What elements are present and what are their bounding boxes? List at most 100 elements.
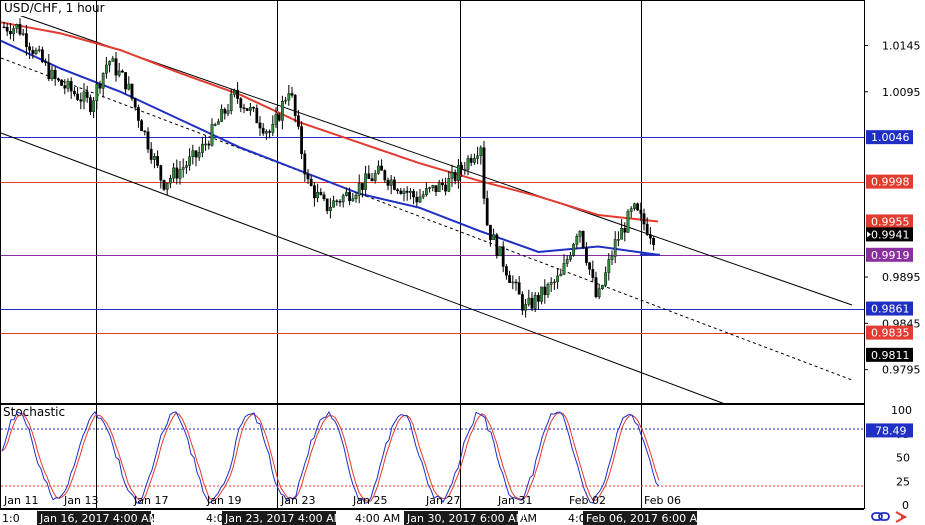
price-tag-label: 1.0046 (871, 131, 910, 144)
candle-body (303, 153, 307, 175)
candle-body (124, 72, 128, 90)
time-tag-label: Jan 16, 2017 4:00 AM (39, 512, 158, 525)
candle-body (258, 122, 262, 129)
candle-body (265, 131, 268, 134)
stoch-tick-label: 0 (902, 499, 909, 512)
candle-body (460, 165, 463, 170)
candle-body (386, 179, 390, 186)
candle-body (543, 286, 547, 295)
price-tag-label: 0.9919 (871, 249, 910, 262)
candle-body (508, 275, 511, 283)
candle-body (207, 143, 211, 146)
candle-body (268, 131, 271, 133)
candle-body (146, 131, 150, 150)
candle-body (252, 107, 255, 109)
candle-body (15, 24, 19, 29)
candle-body (463, 169, 467, 171)
candle-body (441, 182, 444, 186)
candle-body (517, 282, 521, 295)
candle-body (575, 236, 579, 245)
candle-body (31, 49, 35, 54)
candle-body (354, 194, 358, 199)
candle-body (306, 173, 310, 180)
arrow-icon[interactable] (895, 511, 908, 523)
candle-body (617, 239, 620, 241)
channel-mid (0, 57, 853, 381)
candle-body (597, 288, 601, 298)
candle-body (594, 277, 598, 298)
candle-body (53, 69, 57, 79)
candle-body (633, 203, 636, 209)
candle-body (562, 263, 566, 275)
candle-body (409, 191, 412, 193)
candle-body (25, 33, 28, 47)
candle-body (578, 230, 582, 237)
candle-body (156, 156, 159, 166)
candle-body (607, 259, 611, 273)
candle-body (140, 120, 143, 132)
candle-body (300, 126, 303, 155)
candle-body (511, 281, 515, 284)
candle-body (165, 182, 169, 190)
candle-body (277, 114, 281, 121)
candle-body (485, 198, 489, 226)
candle-body (92, 100, 96, 112)
stoch-tick-label: 100 (891, 404, 912, 417)
candle-body (367, 173, 371, 179)
candle-body (293, 95, 297, 116)
candle-body (130, 83, 134, 99)
candle-body (284, 99, 287, 102)
candle-body (335, 200, 339, 202)
y-tick-label: 1.0095 (882, 86, 921, 99)
candle-body (213, 124, 217, 126)
stochastic-y-axis: 100755025078.49 (866, 404, 913, 512)
candle-body (585, 247, 588, 263)
time-axis: 1:0AM4:04:00 AMAM4:0Jan 16, 2017 4:00 AM… (0, 509, 864, 525)
time-tag-label: Jan 30, 2017 6:00 AM (406, 512, 525, 525)
candle-body (447, 178, 451, 192)
stoch-d-line (1, 412, 660, 502)
link-icon[interactable] (871, 512, 890, 521)
candle-body (245, 108, 249, 111)
candle-body (361, 183, 364, 190)
candle-body (351, 198, 355, 202)
candle-body (549, 282, 553, 285)
candle-body (114, 58, 118, 76)
candle-body (181, 167, 185, 170)
candle-body (69, 81, 73, 92)
date-tick-label: Jan 19 (206, 494, 241, 507)
candle-body (239, 98, 243, 108)
candle-body (191, 150, 195, 157)
candle-body (98, 83, 102, 89)
y-tick-label: 0.9895 (882, 271, 921, 284)
price-tags: 1.0046 0.9998 0.99550.9941 0.9919 0.9861 0.98… (866, 130, 913, 362)
candle-body (626, 211, 630, 233)
time-fragment: 1:0 (2, 512, 20, 525)
candle-body (348, 191, 351, 202)
ma-slow-line (0, 21, 659, 223)
stochastic-title: Stochastic (3, 405, 65, 419)
candle-body (226, 110, 230, 114)
candle-body (248, 107, 252, 111)
candle-body (236, 90, 239, 99)
price-tag-label: 0.9941 (871, 228, 910, 241)
candle-body (466, 158, 470, 170)
candle-body (18, 24, 22, 35)
candle-body (357, 183, 361, 196)
candle-body (88, 97, 92, 112)
candle-body (569, 255, 572, 260)
candle-body (44, 61, 48, 63)
candle-body (396, 189, 399, 192)
candle-body (418, 196, 422, 203)
candle-body (434, 185, 438, 192)
candle-body (332, 200, 335, 208)
date-axis: Jan 11 Jan 13 Jan 17 Jan 19 Jan 23 Jan 25 Jan … (3, 494, 681, 507)
candle-body (143, 130, 147, 133)
candle-body (255, 107, 259, 124)
candle-body (136, 107, 140, 121)
candle-body (149, 148, 153, 160)
candle-body (402, 190, 406, 194)
candle-body (444, 184, 447, 192)
date-tick-label: Feb 06 (644, 494, 681, 507)
candle-body (591, 269, 595, 278)
